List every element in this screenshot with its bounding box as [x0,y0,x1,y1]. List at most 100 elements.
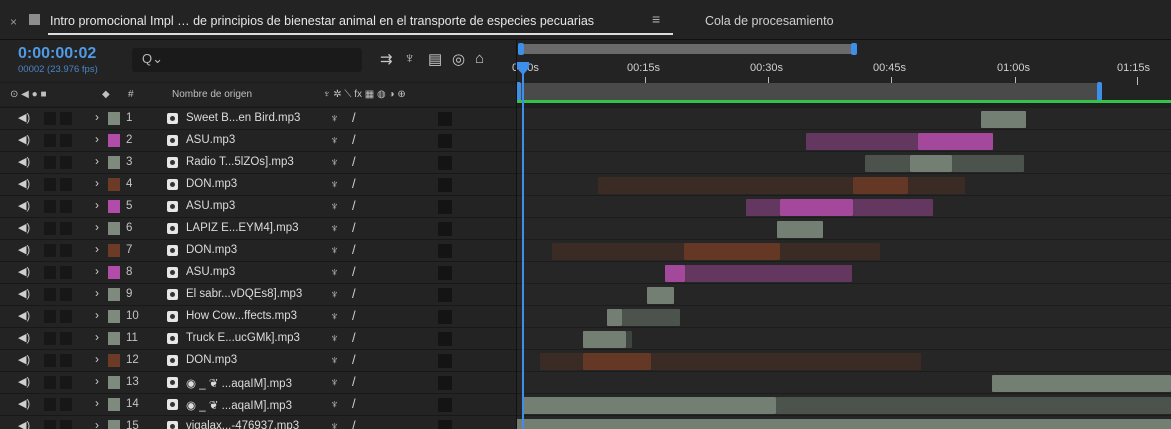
motion-blur-switch[interactable] [438,420,452,429]
layer-track[interactable] [517,195,1171,217]
motion-blur-switch[interactable] [438,332,452,346]
layer-label-color[interactable] [108,134,120,147]
motion-blur-switch[interactable] [438,200,452,214]
solo-toggle[interactable] [44,200,56,213]
layer-label-color[interactable] [108,244,120,257]
quality-switch-icon[interactable]: / [352,176,356,191]
layer-track[interactable] [517,239,1171,261]
expand-chevron-icon[interactable]: › [95,264,99,278]
layer-duration-bar[interactable] [776,397,1171,414]
layer-duration-bar[interactable] [552,243,684,260]
layer-source-name[interactable]: DON.mp3 [186,354,237,366]
layer-duration-bar[interactable] [865,155,910,172]
layer-row[interactable]: ◀) › 7 DON.mp3 ♆ / [0,239,517,261]
motion-blur-icon[interactable]: ◎ [452,50,465,68]
solo-toggle[interactable] [44,112,56,125]
layer-duration-bar[interactable] [806,133,918,150]
layer-duration-bar[interactable] [853,177,908,194]
layer-source-name[interactable]: Truck E...ucGMk].mp3 [186,332,300,344]
composition-mini-flowchart-icon[interactable]: ⇉ [380,50,393,68]
solo-toggle[interactable] [44,310,56,323]
layer-duration-bar[interactable] [651,353,921,370]
motion-blur-switch[interactable] [438,222,452,236]
expand-chevron-icon[interactable]: › [95,242,99,256]
frame-blending-icon[interactable]: ▤ [428,50,442,68]
layer-row[interactable]: ◀) › 6 LAPIZ E...EYM4].mp3 ♆ / [0,217,517,239]
layer-duration-bar[interactable] [622,309,680,326]
audio-toggle-icon[interactable]: ◀) [18,265,32,279]
layer-label-color[interactable] [108,178,120,191]
layer-label-color[interactable] [108,266,120,279]
motion-blur-switch[interactable] [438,134,452,148]
expand-chevron-icon[interactable]: › [95,286,99,300]
layer-label-color[interactable] [108,332,120,345]
layer-row[interactable]: ◀) › 12 DON.mp3 ♆ / [0,349,517,371]
layer-track[interactable] [517,349,1171,371]
audio-toggle-icon[interactable]: ◀) [18,221,32,235]
audio-toggle-icon[interactable]: ◀) [18,287,32,301]
layer-label-color[interactable] [108,156,120,169]
layer-duration-bar[interactable] [626,331,632,348]
expand-chevron-icon[interactable]: › [95,374,99,388]
layer-row[interactable]: ◀) › 8 ASU.mp3 ♆ / [0,261,517,283]
quality-switch-icon[interactable]: / [352,352,356,367]
shy-layers-icon[interactable]: ♆ [404,50,415,67]
lock-toggle[interactable] [60,332,72,345]
lock-toggle[interactable] [60,112,72,125]
quality-switch-icon[interactable]: / [352,418,356,429]
lock-toggle[interactable] [60,310,72,323]
layer-label-color[interactable] [108,354,120,367]
layer-track[interactable] [517,173,1171,195]
layer-source-name[interactable]: El sabr...vDQEs8].mp3 [186,288,302,300]
layer-duration-bar[interactable] [665,265,685,282]
layer-row[interactable]: ◀) › 15 vjgalax...-476937.mp3 ♆ / [0,415,517,429]
layer-duration-bar[interactable] [853,199,933,216]
layer-duration-bar[interactable] [777,221,823,238]
layer-label-color[interactable] [108,420,120,429]
audio-toggle-icon[interactable]: ◀) [18,397,32,411]
layer-duration-bar[interactable] [684,243,780,260]
expand-chevron-icon[interactable]: › [95,176,99,190]
lock-toggle[interactable] [60,244,72,257]
motion-blur-switch[interactable] [438,178,452,192]
layer-duration-bar[interactable] [607,309,622,326]
current-time-indicator[interactable] [522,62,524,429]
motion-blur-switch[interactable] [438,244,452,258]
motion-blur-switch[interactable] [438,266,452,280]
solo-toggle[interactable] [44,244,56,257]
shy-switch-icon[interactable]: ♆ [330,397,339,411]
layer-track[interactable] [517,305,1171,327]
motion-blur-switch[interactable] [438,398,452,412]
layer-label-color[interactable] [108,112,120,125]
close-tab-icon[interactable]: × [10,15,17,29]
solo-toggle[interactable] [44,376,56,389]
layer-track[interactable] [517,217,1171,239]
layer-duration-bar[interactable] [540,353,583,370]
lock-toggle[interactable] [60,222,72,235]
time-navigator-end-handle[interactable] [851,43,857,55]
motion-blur-switch[interactable] [438,112,452,126]
motion-blur-switch[interactable] [438,288,452,302]
layer-duration-bar[interactable] [992,375,1171,392]
expand-chevron-icon[interactable]: › [95,308,99,322]
quality-switch-icon[interactable]: / [352,286,356,301]
work-area-end-handle[interactable] [1097,82,1102,101]
quality-switch-icon[interactable]: / [352,110,356,125]
time-navigator-bar[interactable] [522,44,854,54]
current-time-display[interactable]: 0:00:00:02 [18,45,96,63]
quality-switch-icon[interactable]: / [352,154,356,169]
layer-row[interactable]: ◀) › 13 ◉ _ ❦ ...aqaIM].mp3 ♆ / [0,371,517,393]
layer-duration-bar[interactable] [780,243,880,260]
layer-source-name[interactable]: ASU.mp3 [186,134,235,146]
layer-duration-bar[interactable] [598,177,853,194]
audio-toggle-icon[interactable]: ◀) [18,243,32,257]
solo-toggle[interactable] [44,288,56,301]
layer-source-name[interactable]: Sweet B...en Bird.mp3 [186,112,300,124]
layer-source-name[interactable]: DON.mp3 [186,178,237,190]
layer-duration-bar[interactable] [918,133,993,150]
composition-tab-title[interactable]: Intro promocional Impl … de principios d… [50,14,594,28]
layer-track[interactable] [517,151,1171,173]
layer-label-color[interactable] [108,376,120,389]
lock-toggle[interactable] [60,200,72,213]
audio-toggle-icon[interactable]: ◀) [18,199,32,213]
